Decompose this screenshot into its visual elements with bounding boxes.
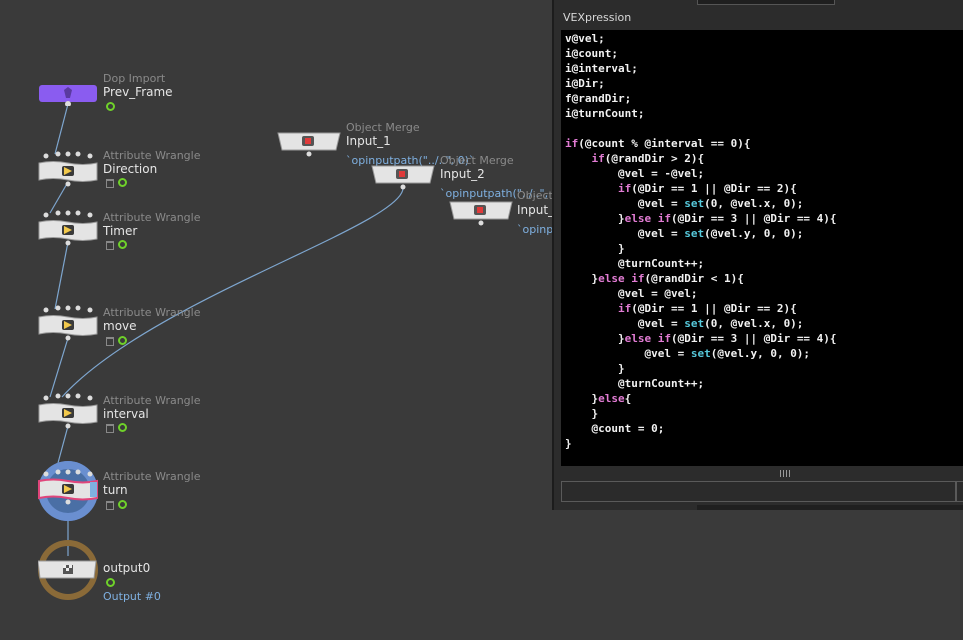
wire-timer-move <box>54 241 69 310</box>
node-type-label: Attribute Wrangle <box>103 306 201 319</box>
node-type-label: Object Merge <box>346 121 420 134</box>
vex-code-editor[interactable]: v@vel; i@count; i@interval; i@Dir; f@ran… <box>561 30 963 466</box>
node-name-label[interactable]: Input_1 <box>346 134 391 148</box>
bypass-flag-icon[interactable] <box>118 500 127 509</box>
node-flags <box>106 178 130 188</box>
node-direction[interactable] <box>38 151 98 187</box>
output-index-label: Output #0 <box>103 590 161 603</box>
resize-grip-icon[interactable] <box>780 470 792 477</box>
node-name-label[interactable]: Prev_Frame <box>103 85 173 99</box>
node-type-label: Dop Import <box>103 72 166 85</box>
node-name-label[interactable]: Timer <box>103 224 137 238</box>
lock-icon[interactable] <box>106 424 114 433</box>
object-merge-icon <box>449 201 513 226</box>
bypass-flag-icon[interactable] <box>118 178 127 187</box>
lock-icon[interactable] <box>106 241 114 250</box>
node-name-label[interactable]: Input_ <box>517 203 554 217</box>
node-name-label[interactable]: move <box>103 319 137 333</box>
wrangle-icon <box>38 469 98 505</box>
node-flags <box>106 500 130 510</box>
dop-import-icon <box>39 85 97 106</box>
wire-move-interval <box>49 337 69 398</box>
node-type-label: Attribute Wrangle <box>103 211 201 224</box>
node-turn[interactable] <box>38 469 98 505</box>
bypass-flag-icon[interactable] <box>118 336 127 345</box>
node-flags <box>106 102 126 112</box>
node-type-label: Attribute Wrangle <box>103 149 201 162</box>
node-flags <box>106 240 130 250</box>
node-input2[interactable] <box>371 165 435 190</box>
vex-secondary-field[interactable] <box>956 481 963 502</box>
node-flags <box>106 578 126 588</box>
node-interval[interactable] <box>38 393 98 429</box>
lock-icon[interactable] <box>106 501 114 510</box>
node-flags <box>106 423 130 433</box>
lock-icon[interactable] <box>106 337 114 346</box>
panel-bottom-bar <box>697 505 963 510</box>
node-type-label: Attribute Wrangle <box>103 470 201 483</box>
node-timer[interactable] <box>38 210 98 246</box>
vex-code-text[interactable]: v@vel; i@count; i@interval; i@Dir; f@ran… <box>561 30 963 451</box>
panel-top-bar <box>697 0 835 5</box>
node-type-label: Object Merge <box>440 154 514 167</box>
vex-input-field[interactable] <box>561 481 956 502</box>
vexpression-title: VEXpression <box>563 11 632 24</box>
node-move[interactable] <box>38 305 98 341</box>
wrangle-icon <box>38 210 98 246</box>
lock-icon[interactable] <box>106 179 114 188</box>
object-merge-icon <box>277 132 341 157</box>
node-output0[interactable] <box>38 560 97 579</box>
node-input3[interactable] <box>449 201 513 226</box>
node-name-label[interactable]: Input_2 <box>440 167 485 181</box>
object-merge-icon <box>371 165 435 190</box>
wire-direction-timer <box>49 181 69 214</box>
wrangle-icon <box>38 393 98 429</box>
bypass-flag-icon[interactable] <box>118 423 127 432</box>
node-type-label: Attribute Wrangle <box>103 394 201 407</box>
wire-prevframe-direction <box>54 103 69 155</box>
wrangle-icon <box>38 305 98 341</box>
wrangle-icon <box>38 151 98 187</box>
node-name-label[interactable]: turn <box>103 483 128 497</box>
output-icon <box>38 560 97 579</box>
node-prev-frame[interactable] <box>38 84 97 106</box>
vexpression-panel: VEXpression v@vel; i@count; i@interval; … <box>552 0 963 510</box>
node-input1[interactable] <box>277 132 341 157</box>
node-name-label[interactable]: interval <box>103 407 149 421</box>
node-flags <box>106 336 130 346</box>
bypass-flag-icon[interactable] <box>118 240 127 249</box>
node-name-label[interactable]: output0 <box>103 561 150 575</box>
node-name-label[interactable]: Direction <box>103 162 157 176</box>
